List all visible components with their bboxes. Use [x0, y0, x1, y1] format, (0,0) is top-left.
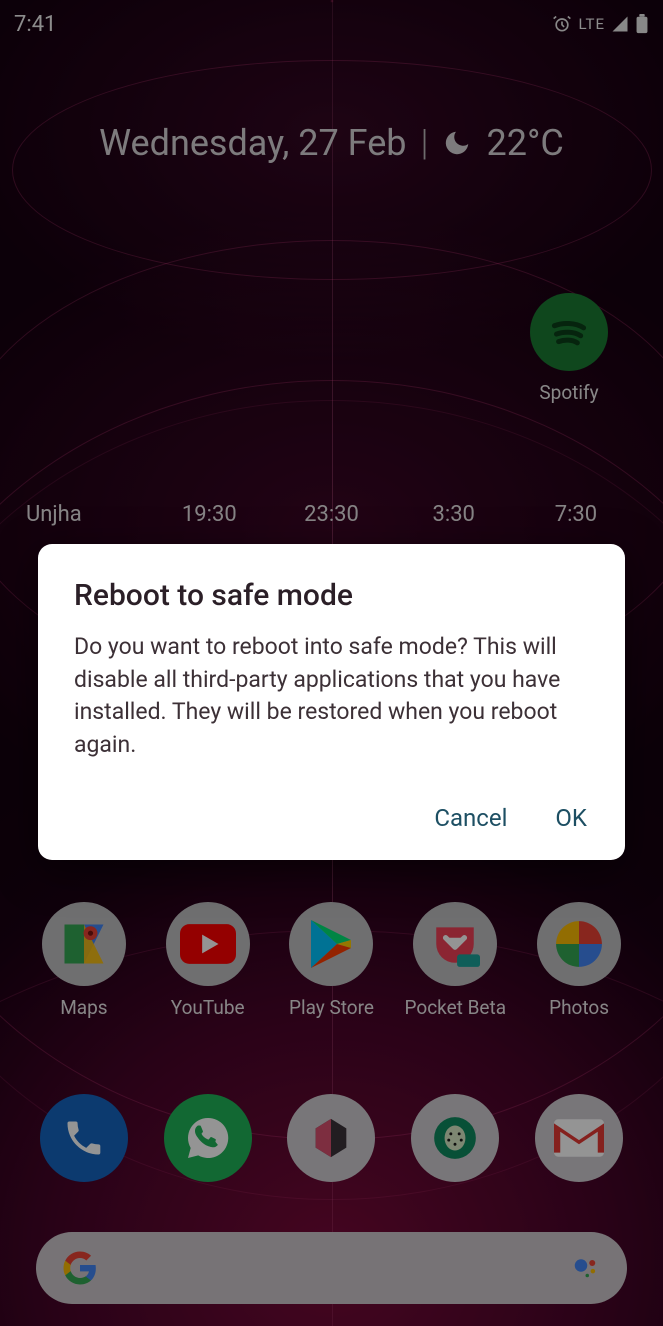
dialog-actions: Cancel OK [74, 798, 589, 838]
ok-button[interactable]: OK [553, 798, 589, 838]
dialog-title: Reboot to safe mode [74, 578, 589, 613]
cancel-button[interactable]: Cancel [432, 798, 509, 838]
dialog-body: Do you want to reboot into safe mode? Th… [74, 631, 589, 762]
safe-mode-dialog: Reboot to safe mode Do you want to reboo… [38, 544, 625, 860]
